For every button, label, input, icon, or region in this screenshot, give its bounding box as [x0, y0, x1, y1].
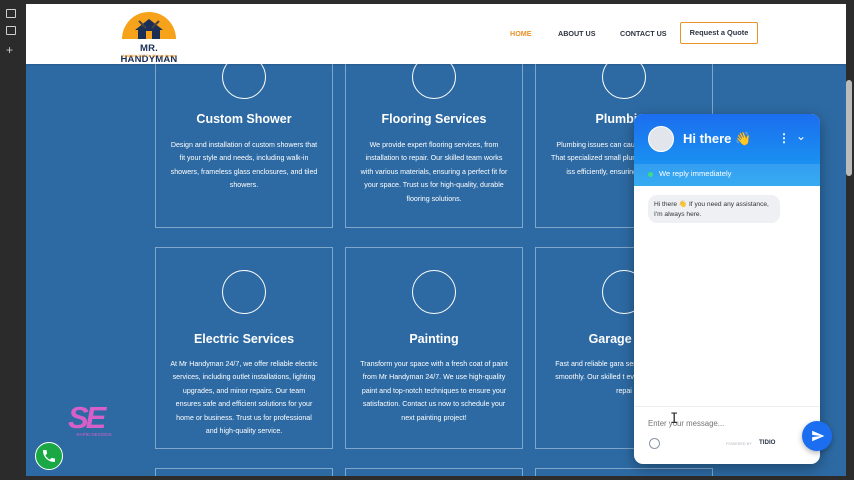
service-card-partial: [155, 468, 333, 476]
service-card-electric: Electric Services At Mr Handyman 24/7, w…: [155, 247, 333, 449]
text-cursor-icon: I: [670, 411, 679, 427]
paint-brush-icon: [412, 270, 456, 314]
site-header: MR. HANDYMAN Available 24/7 For All Your…: [26, 4, 846, 65]
site-logo[interactable]: MR. HANDYMAN Available 24/7 For All Your…: [112, 12, 186, 65]
nav-home[interactable]: HOME: [510, 29, 532, 38]
service-title: Electric Services: [193, 332, 295, 346]
send-icon: [812, 430, 825, 442]
chat-status-text: We reply immediately: [659, 169, 732, 178]
nav-about-us[interactable]: ABOUT US: [558, 29, 596, 38]
tidio-logo[interactable]: TIDIO: [759, 439, 776, 446]
page-scrollbar[interactable]: [846, 80, 852, 176]
send-button[interactable]: [802, 421, 832, 451]
bookmarks-icon[interactable]: [6, 26, 16, 35]
chat-message-input[interactable]: [648, 419, 788, 428]
service-card-partial: [345, 468, 523, 476]
service-title: Painting: [409, 332, 459, 346]
service-card-flooring: Flooring Services We provide expert floo…: [345, 44, 523, 228]
watermark-text: SE: [68, 400, 106, 435]
service-title: Flooring Services: [381, 112, 487, 126]
service-description: Design and installation of custom shower…: [170, 141, 318, 190]
add-tab-icon[interactable]: +: [6, 44, 13, 56]
service-description: At Mr Handyman 24/7, we offer reliable e…: [170, 360, 318, 436]
request-quote-button[interactable]: Request a Quote: [680, 22, 758, 44]
phone-icon: [43, 450, 55, 462]
chat-menu-icon[interactable]: ⋮: [778, 131, 790, 145]
service-card-painting: Painting Transform your space with a fre…: [345, 247, 523, 449]
chat-message: Hi there 👋 If you need any assistance, I…: [648, 195, 780, 223]
agent-avatar: [648, 126, 674, 152]
chat-header: Hi there 👋 ⋮ ⌄ We reply immediately: [634, 114, 820, 186]
nav-contact-us[interactable]: CONTACT US: [620, 29, 667, 38]
tab-icon[interactable]: [6, 9, 16, 18]
watermark-subtext: RAPID DESIGNS: [76, 432, 112, 437]
browser-sidebar: +: [0, 0, 22, 480]
service-card-partial: [535, 468, 713, 476]
call-button[interactable]: [35, 442, 63, 470]
powered-by-label: POWERED BY: [726, 442, 752, 446]
logo-house-icon: [135, 19, 163, 39]
electric-plug-icon: [222, 270, 266, 314]
service-card-custom-shower: Custom Shower Design and installation of…: [155, 44, 333, 228]
logo-tagline: Available 24/7 For All Your Needs: [122, 54, 176, 58]
online-indicator-icon: [648, 172, 653, 177]
service-description: We provide expert flooring services, fro…: [360, 141, 508, 203]
chat-widget: Hi there 👋 ⋮ ⌄ We reply immediately Hi t…: [634, 114, 820, 464]
service-description: Transform your space with a fresh coat o…: [360, 360, 508, 422]
service-title: Custom Shower: [196, 112, 292, 126]
chevron-down-icon[interactable]: ⌄: [796, 129, 806, 143]
watermark-logo: SE RAPID DESIGNS: [68, 402, 120, 444]
divider: [634, 406, 820, 407]
chat-status-bar: We reply immediately: [634, 164, 820, 186]
chat-greeting: Hi there 👋: [683, 131, 752, 146]
emoji-icon[interactable]: [649, 438, 660, 449]
